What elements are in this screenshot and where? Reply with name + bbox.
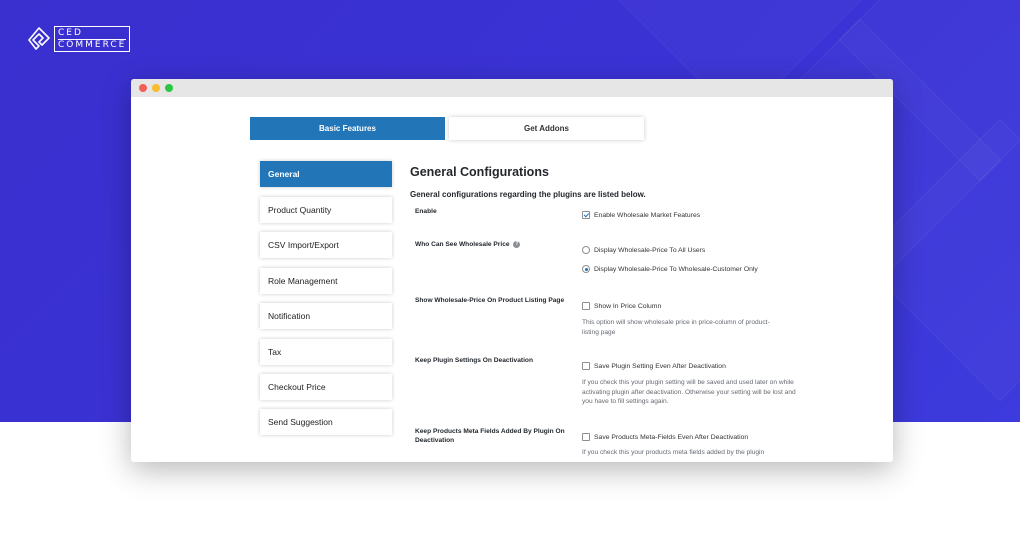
tab-basic-features[interactable]: Basic Features <box>250 117 445 140</box>
radio-all-users[interactable] <box>582 246 590 254</box>
enable-wholesale-checkbox[interactable] <box>582 211 590 219</box>
save-plugin-setting-option[interactable]: Save Plugin Setting Even After Deactivat… <box>582 362 726 370</box>
radio-all-users-label: Display Wholesale-Price To All Users <box>594 246 706 254</box>
brand-line2: COMMERCE <box>58 39 127 50</box>
save-meta-fields-checkbox[interactable] <box>582 433 590 441</box>
app-window: Basic Features Get Addons General Produc… <box>131 79 893 462</box>
setting-label-who-can-see: Who Can See Wholesale Price ? <box>415 240 575 249</box>
sidebar-item-tax[interactable]: Tax <box>260 339 392 365</box>
radio-option-all-users[interactable]: Display Wholesale-Price To All Users <box>582 246 705 254</box>
show-in-price-column-label: Show In Price Column <box>594 302 662 310</box>
maximize-window-button[interactable] <box>165 84 173 92</box>
sidebar-item-role-management[interactable]: Role Management <box>260 268 392 294</box>
sidebar-item-product-quantity[interactable]: Product Quantity <box>260 197 392 223</box>
setting-label-keep-settings: Keep Plugin Settings On Deactivation <box>415 357 533 364</box>
sidebar-item-checkout-price[interactable]: Checkout Price <box>260 374 392 400</box>
sidebar-item-general[interactable]: General <box>260 161 392 187</box>
sidebar-item-send-suggestion[interactable]: Send Suggestion <box>260 409 392 435</box>
enable-wholesale-option[interactable]: Enable Wholesale Market Features <box>582 211 700 219</box>
show-on-listing-description: This option will show wholesale price in… <box>582 319 770 336</box>
show-in-price-column-option[interactable]: Show In Price Column <box>582 302 661 310</box>
page-subtitle: General configurations regarding the plu… <box>410 190 646 199</box>
window-titlebar <box>131 79 893 97</box>
save-plugin-setting-label: Save Plugin Setting Even After Deactivat… <box>594 362 726 370</box>
radio-wholesale-customer[interactable] <box>582 265 590 273</box>
tab-get-addons[interactable]: Get Addons <box>449 117 644 140</box>
brand-line1: CED <box>58 28 83 38</box>
page-title: General Configurations <box>410 165 549 179</box>
save-meta-fields-label: Save Products Meta-Fields Even After Dea… <box>594 433 749 441</box>
setting-label-who-can-see-text: Who Can See Wholesale Price <box>415 241 510 248</box>
brand-logo-icon <box>28 27 50 50</box>
save-meta-fields-option[interactable]: Save Products Meta-Fields Even After Dea… <box>582 433 748 441</box>
sidebar-item-notification[interactable]: Notification <box>260 303 392 329</box>
sidebar-item-csv-import-export[interactable]: CSV Import/Export <box>260 232 392 258</box>
minimize-window-button[interactable] <box>152 84 160 92</box>
radio-wholesale-customer-label: Display Wholesale-Price To Wholesale-Cus… <box>594 265 758 273</box>
setting-label-enable: Enable <box>415 208 437 215</box>
enable-wholesale-option-label: Enable Wholesale Market Features <box>594 211 701 219</box>
save-plugin-setting-checkbox[interactable] <box>582 362 590 370</box>
setting-label-show-on-listing: Show Wholesale-Price On Product Listing … <box>415 297 565 304</box>
keep-meta-description: If you check this your products meta fie… <box>582 449 765 456</box>
brand-logo: CED COMMERCE <box>28 26 131 52</box>
close-window-button[interactable] <box>139 84 147 92</box>
brand-logo-text: CED COMMERCE <box>54 26 131 52</box>
radio-option-wholesale-customer[interactable]: Display Wholesale-Price To Wholesale-Cus… <box>582 265 758 273</box>
help-icon[interactable]: ? <box>513 240 521 248</box>
show-in-price-column-checkbox[interactable] <box>582 302 590 310</box>
setting-label-keep-meta: Keep Products Meta Fields Added By Plugi… <box>415 428 565 444</box>
keep-settings-description: If you check this your plugin setting wi… <box>582 379 796 405</box>
